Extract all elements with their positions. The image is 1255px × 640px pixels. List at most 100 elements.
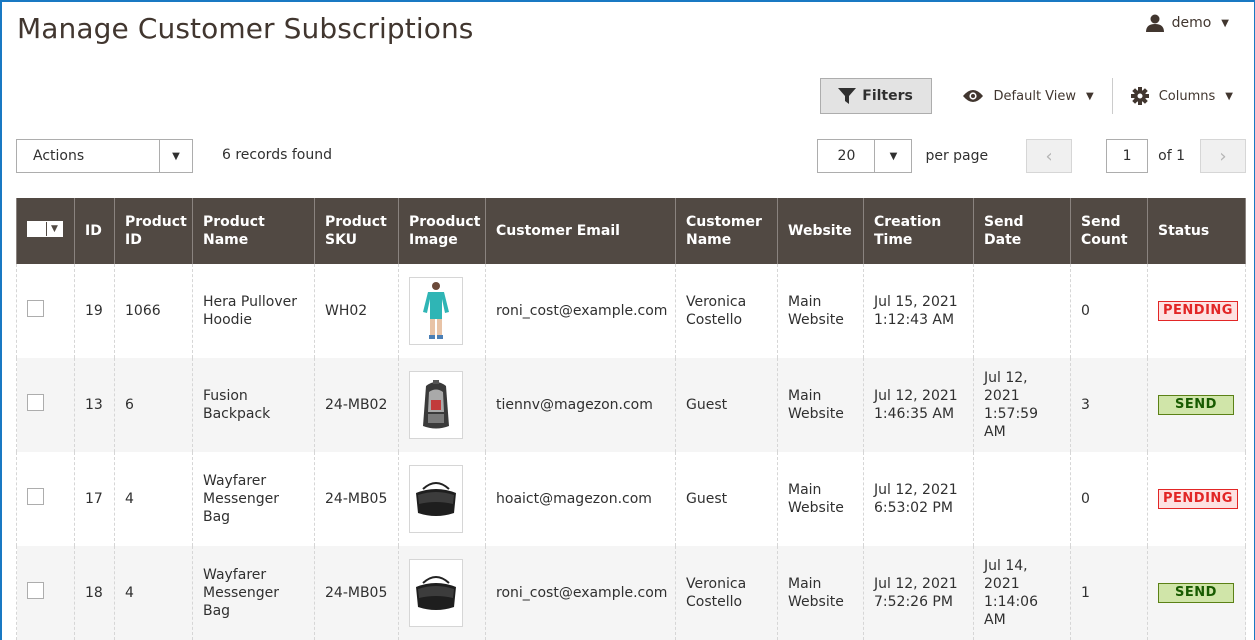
email-cell: tiennv@magezon.com [485,358,676,452]
page-number-input[interactable] [1106,139,1149,173]
column-header: Prooduct Image [398,198,486,264]
creation-time-cell: Jul 12, 2021 7:52:26 PM [863,546,974,640]
column-header[interactable]: Product SKU [314,198,399,264]
column-header[interactable]: Status [1147,198,1246,264]
row-checkbox[interactable] [27,488,44,505]
column-header[interactable]: Customer Email [485,198,676,264]
chevron-down-icon: ▼ [159,140,192,172]
messenger-bag-image [416,576,456,610]
column-header[interactable]: Product Name [192,198,315,264]
creation-clock: 1:12:43 AM [874,312,955,328]
column-header[interactable]: ID [74,198,115,264]
messenger-bag-image [416,482,456,516]
id-cell: 13 [74,358,115,452]
website-cell: Main Website [777,358,864,452]
filters-label: Filters [862,88,913,104]
default-view-label: Default View [993,88,1077,104]
row-select-cell [16,452,75,546]
image-cell [398,264,486,358]
customer-name-cell: Veronica Costello [675,264,778,358]
id-cell: 18 [74,546,115,640]
table-row[interactable]: 13 6 Fusion Backpack 24-MB02 tiennv@mage… [16,358,1246,452]
columns-dropdown[interactable]: Columns ▼ [1113,87,1233,105]
chevron-down-icon: ▼ [1086,90,1094,102]
per-page-select[interactable]: 20 ▼ [817,139,913,173]
creation-date: Jul 12, 2021 [874,576,958,592]
creation-clock: 1:46:35 AM [874,406,955,422]
row-checkbox[interactable] [27,394,44,411]
creation-date: Jul 12, 2021 [874,482,958,498]
chevron-right-icon: › [1219,145,1227,167]
product-thumbnail [409,465,463,533]
product-thumbnail [409,559,463,627]
columns-label: Columns [1158,88,1216,104]
row-select-cell [16,264,75,358]
email-cell: hoaict@magezon.com [485,452,676,546]
creation-time-cell: Jul 12, 2021 6:53:02 PM [863,452,974,546]
chevron-down-icon: ▼ [1221,17,1229,29]
row-select-cell [16,358,75,452]
actions-dropdown[interactable]: Actions ▼ [16,139,193,173]
row-checkbox[interactable] [27,582,44,599]
status-badge: PENDING [1158,301,1238,321]
user-name: demo [1171,15,1212,31]
mass-select-checkbox[interactable] [28,222,46,236]
chevron-down-icon: ▼ [874,140,911,172]
chevron-down-icon: ▼ [1225,90,1233,102]
product-name-cell: Wayfarer Messenger Bag [192,452,315,546]
chevron-down-icon: ▼ [46,222,62,236]
column-header[interactable]: Customer Name [675,198,778,264]
website-cell: Main Website [777,452,864,546]
table-row[interactable]: 18 4 Wayfarer Messenger Bag 24-MB05 roni… [16,546,1246,640]
mass-select-dropdown[interactable]: ▼ [27,221,63,237]
column-header[interactable]: Creation Time [863,198,974,264]
send-date: Jul 12, 2021 [984,370,1028,404]
user-menu[interactable]: demo ▼ [1145,14,1229,32]
default-view-dropdown[interactable]: Default View ▼ [962,78,1113,114]
table-row[interactable]: 17 4 Wayfarer Messenger Bag 24-MB05 hoai… [16,452,1246,546]
records-count: 6 records found [222,147,332,163]
send-clock: 1:14:06 AM [984,594,1038,628]
eye-icon [962,90,983,102]
row-checkbox[interactable] [27,300,44,317]
website-cell: Main Website [777,546,864,640]
status-cell: PENDING [1147,264,1246,358]
status-cell: SEND [1147,358,1246,452]
status-badge: PENDING [1158,489,1238,509]
mass-select-header[interactable]: ▼ [16,198,75,264]
column-header[interactable]: Send Count [1070,198,1148,264]
column-header[interactable]: Send Date [973,198,1071,264]
chevron-left-icon: ‹ [1045,145,1053,167]
status-cell: SEND [1147,546,1246,640]
filters-button[interactable]: Filters [819,78,932,114]
table-row[interactable]: 19 1066 Hera Pullover Hoodie WH02 roni_c… [16,264,1246,358]
image-cell [398,452,486,546]
sku-cell: 24-MB05 [314,546,399,640]
subscriptions-grid: ▼ ID Product ID Product Name Product SKU… [16,198,1246,640]
column-header[interactable]: Product ID [114,198,193,264]
product-id-cell: 6 [114,358,193,452]
creation-date: Jul 15, 2021 [874,294,958,310]
sku-cell: WH02 [314,264,399,358]
status-badge: SEND [1158,395,1234,415]
customer-name-cell: Guest [675,358,778,452]
table-header-row: ▼ ID Product ID Product Name Product SKU… [16,198,1246,264]
teal-hoodie-image [423,282,449,339]
creation-time-cell: Jul 12, 2021 1:46:35 AM [863,358,974,452]
image-cell [398,546,486,640]
send-date-cell: Jul 12, 2021 1:57:59 AM [973,358,1071,452]
per-page-value: 20 [837,148,856,164]
grid-toolbar: Filters Default View ▼ Columns ▼ [819,78,1233,114]
id-cell: 19 [74,264,115,358]
creation-time-cell: Jul 15, 2021 1:12:43 AM [863,264,974,358]
creation-clock: 7:52:26 PM [874,594,953,610]
id-cell: 17 [74,452,115,546]
sku-cell: 24-MB05 [314,452,399,546]
previous-page-button[interactable]: ‹ [1026,139,1073,173]
row-select-cell [16,546,75,640]
sku-cell: 24-MB02 [314,358,399,452]
column-header[interactable]: Website [777,198,864,264]
next-page-button[interactable]: › [1200,139,1246,173]
creation-date: Jul 12, 2021 [874,388,958,404]
actions-label: Actions [33,148,85,164]
